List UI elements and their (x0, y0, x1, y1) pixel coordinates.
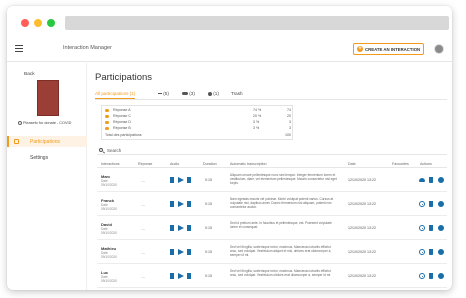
main-content: Participations All participations (1) (5… (93, 63, 449, 290)
tab-trash[interactable]: Trash (231, 91, 243, 96)
forward-icon[interactable] (187, 225, 191, 231)
stat-row: Réponse A 74 % 74 (105, 108, 291, 113)
search-icon (99, 148, 103, 152)
app-header: Interaction Manager + CREATE AN INTERACT… (7, 36, 452, 62)
table-row[interactable]: Luc Date 09/10/2020 — 0:15 Sed vel fring… (97, 265, 447, 288)
info-icon[interactable] (438, 177, 444, 183)
forward-icon[interactable] (187, 201, 191, 207)
sidebar-item-participations[interactable]: Participations (7, 136, 87, 147)
address-bar[interactable] (65, 16, 449, 30)
stat-row: Réponse C 20 % 20 (105, 114, 291, 119)
column-header: Réponse (138, 162, 153, 166)
answer-dot-icon (105, 126, 109, 130)
stat-row: Réponse B 3 % 3 (105, 126, 291, 131)
info-icon[interactable] (438, 225, 444, 231)
table-row[interactable]: Mathieu Date 09/10/2020 — 0:15 Sed vel f… (97, 241, 447, 264)
trash-icon[interactable] (429, 177, 433, 183)
answer-stats-panel: Réponse A 74 % 74 Réponse C 20 % 20 Répo… (101, 105, 293, 140)
minimize-window-button[interactable] (34, 19, 42, 27)
answer-dot-icon (105, 108, 109, 112)
cloud-icon (182, 92, 188, 96)
menu-icon[interactable] (15, 45, 23, 52)
rewind-icon[interactable] (170, 273, 174, 279)
play-icon[interactable] (178, 249, 184, 255)
table-row[interactable]: David Date 09/10/2020 — 0:15 Sed id pret… (97, 217, 447, 240)
table-row[interactable]: Franck Date 09/10/2020 — 0:15 Nam egesta… (97, 193, 447, 216)
tab-list[interactable]: (5) (158, 91, 169, 96)
audio-player[interactable] (170, 273, 192, 279)
stat-total-row: Total des participations 100 (105, 133, 291, 137)
rewind-icon[interactable] (170, 177, 174, 183)
audio-player[interactable] (170, 177, 192, 183)
column-header: Actions (420, 162, 432, 166)
interaction-icon (18, 121, 22, 125)
forward-icon[interactable] (187, 273, 191, 279)
stat-row: Réponse D 3 % 3 (105, 120, 291, 125)
play-icon[interactable] (178, 177, 184, 183)
play-icon[interactable] (178, 201, 184, 207)
close-window-button[interactable] (21, 19, 29, 27)
avatar[interactable] (434, 44, 444, 54)
eye-icon[interactable] (419, 225, 425, 231)
eye-icon[interactable] (419, 201, 425, 207)
sidebar-item-settings[interactable]: Settings (30, 155, 48, 161)
tab-bar: All participations (1) (5) (3) (1) Trash (95, 89, 447, 100)
info-icon (208, 91, 212, 96)
interaction-name: Pleasefo for donate - COVID (18, 121, 71, 125)
search-input[interactable]: Search (97, 146, 447, 155)
eye-icon[interactable] (419, 249, 425, 255)
info-icon[interactable] (438, 201, 444, 207)
audio-player[interactable] (170, 249, 192, 255)
forward-icon[interactable] (187, 177, 191, 183)
tab-info[interactable]: (1) (208, 91, 219, 96)
tab-cloud[interactable]: (3) (182, 91, 195, 96)
tab-all-participations[interactable]: All participations (1) (95, 91, 136, 99)
cloud-download-icon[interactable] (419, 178, 425, 182)
info-icon[interactable] (438, 249, 444, 255)
list-icon (158, 93, 162, 95)
answer-dot-icon (105, 120, 109, 124)
create-interaction-label: CREATE AN INTERACTION (365, 47, 421, 52)
participations-icon (14, 139, 19, 144)
interaction-cover-image (37, 80, 59, 116)
eye-icon[interactable] (419, 273, 425, 279)
table-header: Interactions Réponse Audio Duration Auto… (97, 160, 447, 168)
trash-icon[interactable] (429, 225, 433, 231)
column-header: Date (348, 162, 356, 166)
browser-window: Interaction Manager + CREATE AN INTERACT… (7, 6, 452, 290)
info-icon[interactable] (438, 273, 444, 279)
trash-icon[interactable] (429, 201, 433, 207)
column-header: Favourites (392, 162, 409, 166)
back-link[interactable]: Back (24, 72, 35, 77)
sidebar-item-label: Participations (30, 139, 61, 145)
sidebar: Back Pleasefo for donate - COVID Partici… (7, 63, 87, 290)
plus-icon: + (357, 46, 363, 52)
app-title: Interaction Manager (63, 45, 112, 51)
rewind-icon[interactable] (170, 225, 174, 231)
rewind-icon[interactable] (170, 201, 174, 207)
trash-icon[interactable] (429, 249, 433, 255)
audio-player[interactable] (170, 225, 192, 231)
column-header: Audio (170, 162, 180, 166)
answer-dot-icon (105, 114, 109, 118)
play-icon[interactable] (178, 273, 184, 279)
forward-icon[interactable] (187, 249, 191, 255)
page-title: Participations (95, 72, 153, 83)
create-interaction-button[interactable]: + CREATE AN INTERACTION (353, 43, 424, 55)
column-header: Interactions (101, 162, 120, 166)
audio-player[interactable] (170, 201, 192, 207)
column-header: Duration (203, 162, 217, 166)
play-icon[interactable] (178, 225, 184, 231)
maximize-window-button[interactable] (47, 19, 55, 27)
table-row[interactable]: Marc Date 09/10/2020 — 0:15 Aliquam orna… (97, 169, 447, 192)
column-header: Automatic transcription (230, 162, 267, 166)
title-bar (7, 6, 452, 36)
trash-icon[interactable] (429, 273, 433, 279)
rewind-icon[interactable] (170, 249, 174, 255)
